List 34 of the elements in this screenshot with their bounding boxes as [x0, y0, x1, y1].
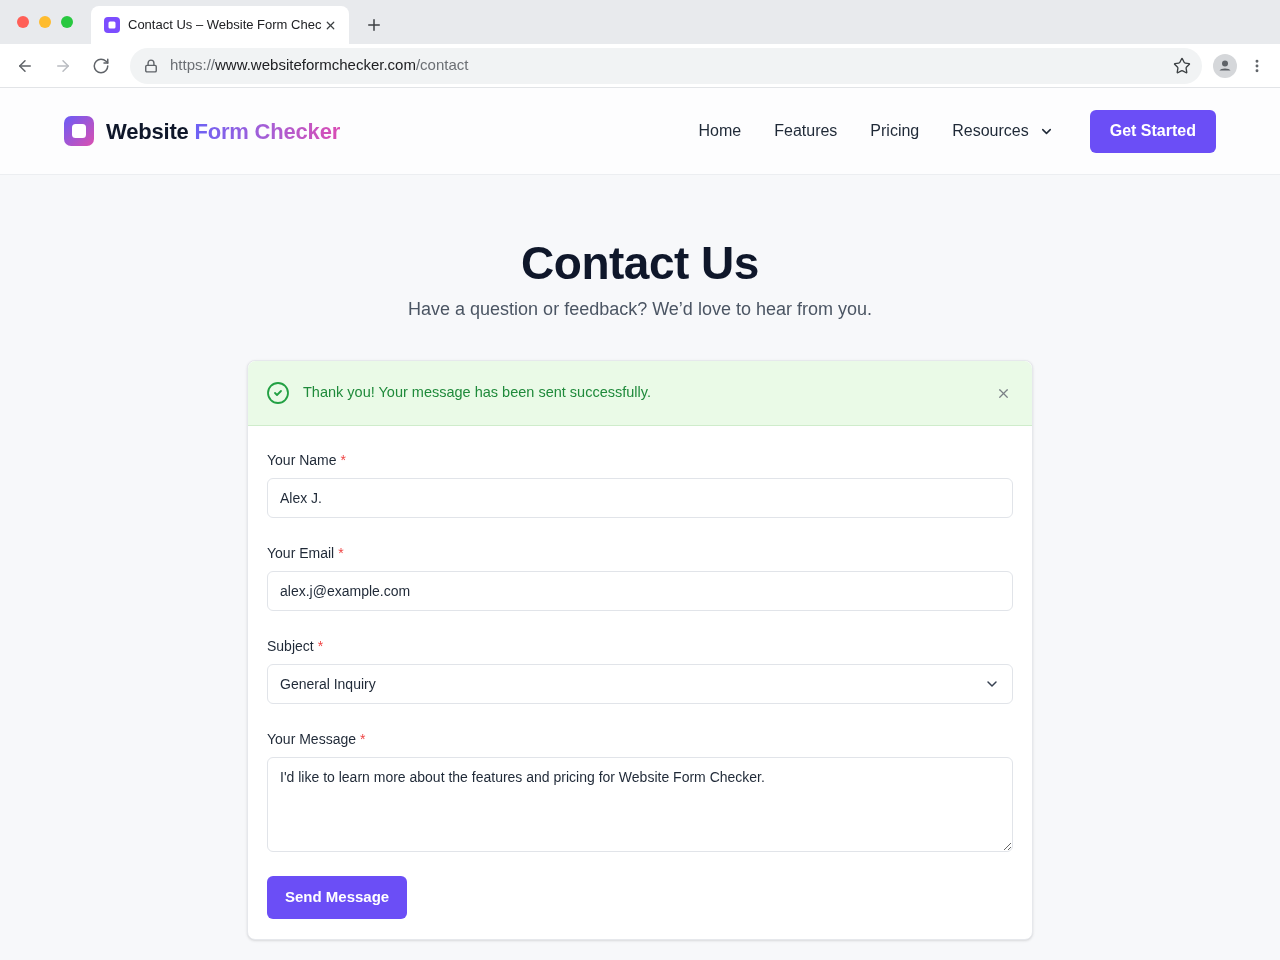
- nav-link[interactable]: Home: [698, 119, 742, 143]
- bookmark-star-icon[interactable]: [1173, 56, 1191, 75]
- field-label: Your Name: [267, 451, 337, 470]
- subject-select[interactable]: General Inquiry: [267, 664, 1013, 704]
- required-mark: *: [317, 637, 324, 656]
- tab-title: Contact Us – Website Form Chec: [128, 16, 322, 35]
- field-label: Subject: [267, 637, 314, 656]
- nav-link[interactable]: Features: [774, 119, 838, 143]
- nav-link[interactable]: Resources: [952, 119, 1054, 143]
- input-field[interactable]: alex.j@example.com: [267, 571, 1013, 611]
- check-circle-icon: [266, 381, 290, 405]
- address-bar[interactable]: https://www.websiteformchecker.com/contact: [130, 47, 1202, 84]
- message-textarea[interactable]: I'd like to learn more about the features and pricing for Website Form Checker.: [267, 757, 1013, 852]
- field-label: Your Message: [267, 730, 356, 749]
- url-text: https://www.websiteformchecker.com/contact: [170, 55, 469, 76]
- favicon-icon: [104, 17, 120, 33]
- browser-tab[interactable]: Contact Us – Website Form Chec: [91, 6, 349, 44]
- avatar-icon[interactable]: [1213, 53, 1237, 78]
- required-mark: *: [360, 730, 366, 749]
- nav-link[interactable]: Pricing: [870, 119, 920, 143]
- send-message-button[interactable]: Send Message: [267, 876, 408, 919]
- brand-name[interactable]: Website Form Checker: [106, 114, 341, 148]
- get-started-button[interactable]: Get Started: [1089, 109, 1216, 153]
- input-field[interactable]: Alex J.: [267, 478, 1013, 518]
- lock-icon: [144, 58, 158, 73]
- page-title: Contact Us: [521, 236, 759, 291]
- page-subtitle: Have a question or feedback? We’d love to hear from you.: [408, 298, 872, 321]
- field-label: Your Email: [267, 544, 335, 563]
- reload-icon[interactable]: [92, 56, 110, 75]
- alert-message: Thank you! Your message has been sent successfully.: [303, 383, 651, 403]
- required-mark: *: [338, 544, 344, 563]
- new-tab-icon[interactable]: [365, 16, 383, 34]
- logo-icon: [64, 116, 94, 146]
- required-mark: *: [340, 451, 346, 470]
